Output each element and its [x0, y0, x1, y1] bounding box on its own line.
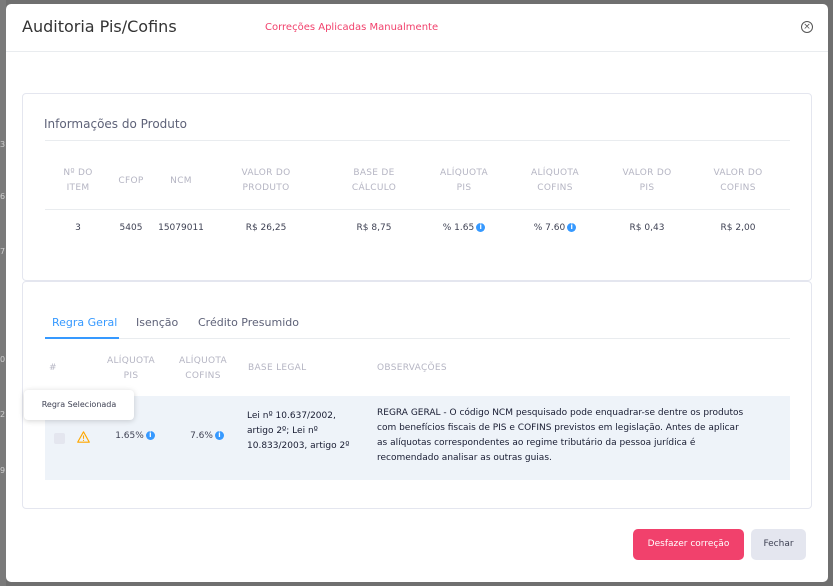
cell-valor-pis: R$ 0,43: [629, 223, 665, 233]
tab-regra-geral[interactable]: Regra Geral: [52, 316, 117, 329]
background-fragment: 6: [0, 192, 6, 201]
cell-base-calculo: R$ 8,75: [356, 223, 392, 233]
col-header-valor-cofins: VALOR DO COFINS: [713, 168, 763, 193]
rules-card: Regra Geral Isenção Crédito Presumido # …: [22, 281, 812, 509]
col-header-rule-aliquota-cofins: ALÍQUOTA COFINS: [179, 356, 227, 381]
col-header-rule-aliquota-pis: ALÍQUOTA PIS: [107, 356, 155, 381]
cell-aliquota-cofins: % 7.60 i: [520, 223, 590, 233]
info-icon[interactable]: i: [214, 431, 224, 440]
cell-ncm: 15079011: [158, 223, 204, 233]
tab-credito-presumido[interactable]: Crédito Presumido: [198, 316, 299, 329]
modal-title: Auditoria Pis/Cofins: [22, 17, 177, 36]
col-header-aliquota-cofins: ALÍQUOTA COFINS: [531, 168, 579, 193]
col-header-valor-pis: VALOR DO PIS: [622, 168, 672, 193]
col-header-base-calculo: BASE DE CÁLCULO: [351, 168, 397, 193]
divider: [45, 209, 790, 210]
cell-item: 3: [75, 223, 81, 233]
cell-valor-cofins: R$ 2,00: [720, 223, 756, 233]
cell-aliquota-pis: % 1.65 i: [429, 223, 499, 233]
modal-subtitle: Correções Aplicadas Manualmente: [265, 22, 439, 33]
col-header-valor-produto: VALOR DO PRODUTO: [241, 168, 291, 193]
tab-isencao[interactable]: Isenção: [136, 316, 178, 329]
undo-correction-button[interactable]: Desfazer correção: [633, 529, 744, 560]
cell-cfop: 5405: [119, 223, 143, 233]
col-header-aliquota-pis: ALÍQUOTA PIS: [440, 168, 488, 193]
col-header-cfop: CFOP: [118, 176, 144, 186]
rule-observacoes: REGRA GERAL - O código NCM pesquisado po…: [377, 408, 744, 463]
divider: [45, 140, 790, 141]
info-icon[interactable]: i: [476, 223, 486, 232]
col-header-observacoes: OBSERVAÇÕES: [377, 363, 447, 373]
cell-valor-produto: R$ 26,25: [245, 223, 287, 233]
product-info-card: Informações do Produto Nº DO ITEM CFOP NC…: [22, 93, 812, 281]
warning-icon: [77, 431, 90, 443]
col-header-base-legal: BASE LEGAL: [248, 363, 307, 373]
rule-aliquota-pis: 1.65% i: [103, 431, 167, 441]
col-header-item: Nº DO ITEM: [63, 168, 93, 193]
tabs-divider: [45, 338, 790, 339]
background-fragment: 2: [0, 410, 6, 419]
rule-tooltip: Regra Selecionada: [24, 390, 134, 420]
background-fragment: 7: [0, 247, 6, 256]
info-icon[interactable]: i: [145, 431, 155, 440]
rule-checkbox[interactable]: [54, 433, 65, 444]
col-header-hash: #: [49, 363, 57, 373]
modal-header: Auditoria Pis/Cofins Correções Aplicadas…: [6, 4, 828, 52]
close-button[interactable]: Fechar: [751, 529, 806, 560]
active-tab-indicator: [45, 337, 119, 339]
background-fragment: 0: [0, 355, 6, 364]
background-fragment: 3: [0, 140, 6, 149]
background-fragment: 9: [0, 466, 6, 475]
audit-modal: Auditoria Pis/Cofins Correções Aplicadas…: [6, 4, 828, 582]
info-icon[interactable]: i: [567, 223, 577, 232]
product-section-title: Informações do Produto: [44, 117, 187, 131]
rule-row[interactable]: 1.65% i 7.6% i Lei nº 10.637/2002, artigo …: [45, 396, 790, 480]
rule-base-legal: Lei nº 10.637/2002, artigo 2º; Lei nº 10…: [247, 411, 350, 451]
close-icon[interactable]: ×: [801, 21, 813, 33]
rule-aliquota-cofins: 7.6% i: [175, 431, 239, 441]
col-header-ncm: NCM: [170, 176, 192, 186]
